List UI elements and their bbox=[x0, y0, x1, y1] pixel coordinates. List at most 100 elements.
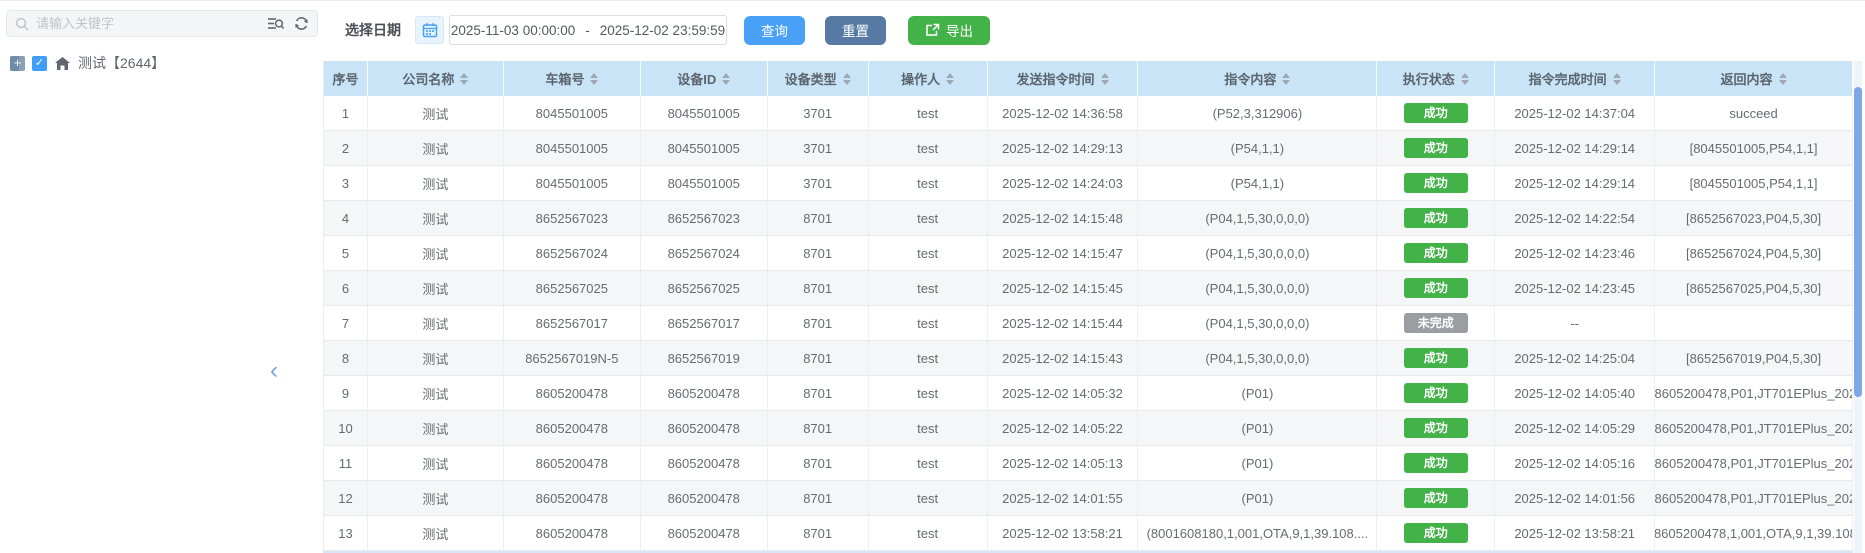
column-header-send_time[interactable]: 发送指令时间 bbox=[988, 61, 1139, 96]
cell-device_type: 8701 bbox=[768, 236, 869, 270]
cell-no: 5 bbox=[324, 236, 368, 270]
cell-finish_time: 2025-12-02 14:23:46 bbox=[1495, 236, 1655, 270]
cell-device_id: 8652567023 bbox=[641, 201, 768, 235]
cell-finish_time: 2025-12-02 14:25:04 bbox=[1495, 341, 1655, 375]
table-row: 9测试860520047886052004788701test2025-12-0… bbox=[324, 376, 1853, 411]
sort-caret-icon[interactable] bbox=[1779, 73, 1787, 85]
export-icon bbox=[925, 23, 940, 37]
column-header-finish_time[interactable]: 指令完成时间 bbox=[1495, 61, 1655, 96]
cell-device_id: 8605200478 bbox=[641, 516, 768, 550]
cell-finish_time: 2025-12-02 14:29:14 bbox=[1495, 131, 1655, 165]
sort-caret-icon[interactable] bbox=[460, 73, 468, 85]
tree-checkbox[interactable]: ✓ bbox=[32, 56, 47, 71]
cell-device_id: 8045501005 bbox=[641, 131, 768, 165]
calendar-button[interactable] bbox=[415, 16, 444, 44]
query-button[interactable]: 查询 bbox=[744, 16, 805, 45]
cell-status: 未完成 bbox=[1377, 306, 1495, 340]
cell-device_type: 8701 bbox=[768, 411, 869, 445]
cell-command: (P01) bbox=[1138, 411, 1377, 445]
table-row: 1测试804550100580455010053701test2025-12-0… bbox=[324, 96, 1853, 131]
cell-device_id: 8652567024 bbox=[641, 236, 768, 270]
column-header-vehicle[interactable]: 车箱号 bbox=[504, 61, 641, 96]
cell-command: (P54,1,1) bbox=[1138, 131, 1377, 165]
cell-device_id: 8045501005 bbox=[641, 166, 768, 200]
status-badge: 成功 bbox=[1404, 453, 1468, 473]
cell-company: 测试 bbox=[368, 516, 504, 550]
cell-operator: test bbox=[869, 236, 988, 270]
column-header-command[interactable]: 指令内容 bbox=[1138, 61, 1377, 96]
tree-node[interactable]: + ✓ 测试【2644】 bbox=[10, 53, 165, 73]
cell-result: [8605200478,P01,JT701EPlus_202 bbox=[1655, 411, 1853, 445]
tree-search-box[interactable] bbox=[6, 10, 318, 37]
cell-finish_time: 2025-12-02 14:05:16 bbox=[1495, 446, 1655, 480]
cell-device_id: 8605200478 bbox=[641, 411, 768, 445]
cell-no: 2 bbox=[324, 131, 368, 165]
table-row: 12测试860520047886052004788701test2025-12-… bbox=[324, 481, 1853, 516]
column-header-label: 返回内容 bbox=[1721, 69, 1773, 88]
cell-device_id: 8045501005 bbox=[641, 96, 768, 130]
cell-company: 测试 bbox=[368, 481, 504, 515]
tree-search-input[interactable] bbox=[36, 16, 267, 31]
tree-node-label[interactable]: 测试【2644】 bbox=[78, 53, 165, 73]
cell-operator: test bbox=[869, 376, 988, 410]
cell-device_type: 8701 bbox=[768, 341, 869, 375]
sort-caret-icon[interactable] bbox=[1461, 73, 1469, 85]
sort-caret-icon[interactable] bbox=[722, 73, 730, 85]
cell-result: [8652567025,P04,5,30] bbox=[1655, 271, 1853, 305]
cell-status: 成功 bbox=[1377, 201, 1495, 235]
cell-no: 11 bbox=[324, 446, 368, 480]
column-header-no: 序号 bbox=[324, 61, 368, 96]
date-range-input[interactable]: 2025-11-03 00:00:00 - 2025-12-02 23:59:5… bbox=[449, 15, 727, 45]
column-header-operator[interactable]: 操作人 bbox=[869, 61, 988, 96]
tree-expand-icon[interactable]: + bbox=[10, 56, 25, 71]
refresh-icon[interactable] bbox=[294, 16, 309, 31]
column-header-label: 执行状态 bbox=[1403, 69, 1455, 88]
cell-device_type: 8701 bbox=[768, 201, 869, 235]
vertical-scrollbar[interactable] bbox=[1854, 61, 1862, 553]
cell-operator: test bbox=[869, 166, 988, 200]
sort-caret-icon[interactable] bbox=[1101, 73, 1109, 85]
date-end-value: 2025-12-02 23:59:59 bbox=[600, 23, 725, 38]
date-start-value: 2025-11-03 00:00:00 bbox=[451, 23, 575, 38]
sort-caret-icon[interactable] bbox=[1613, 73, 1621, 85]
reset-button[interactable]: 重置 bbox=[825, 16, 886, 45]
column-header-device_id[interactable]: 设备ID bbox=[641, 61, 768, 96]
cell-company: 测试 bbox=[368, 236, 504, 270]
sidebar-collapse-chevron-icon[interactable]: ‹ bbox=[270, 356, 286, 388]
table-row: 2测试804550100580455010053701test2025-12-0… bbox=[324, 131, 1853, 166]
cell-vehicle: 8045501005 bbox=[504, 131, 641, 165]
sort-caret-icon[interactable] bbox=[946, 73, 954, 85]
cell-command: (P04,1,5,30,0,0,0) bbox=[1138, 271, 1377, 305]
cell-operator: test bbox=[869, 271, 988, 305]
cell-company: 测试 bbox=[368, 341, 504, 375]
column-header-result[interactable]: 返回内容 bbox=[1655, 61, 1853, 96]
sort-caret-icon[interactable] bbox=[843, 73, 851, 85]
cell-vehicle: 8652567025 bbox=[504, 271, 641, 305]
table-row: 10测试860520047886052004788701test2025-12-… bbox=[324, 411, 1853, 446]
cell-command: (P04,1,5,30,0,0,0) bbox=[1138, 306, 1377, 340]
status-badge: 成功 bbox=[1404, 278, 1468, 298]
cell-send_time: 2025-12-02 14:15:48 bbox=[988, 201, 1139, 235]
cell-send_time: 2025-12-02 14:15:45 bbox=[988, 271, 1139, 305]
filter-search-icon[interactable] bbox=[267, 16, 284, 31]
column-header-label: 指令完成时间 bbox=[1529, 69, 1607, 88]
sort-caret-icon[interactable] bbox=[1282, 73, 1290, 85]
cell-no: 6 bbox=[324, 271, 368, 305]
column-header-device_type[interactable]: 设备类型 bbox=[768, 61, 869, 96]
cell-status: 成功 bbox=[1377, 446, 1495, 480]
table-header-row: 序号公司名称车箱号设备ID设备类型操作人发送指令时间指令内容 执行状态 指令完成时间… bbox=[324, 61, 1853, 96]
cell-finish_time: 2025-12-02 14:05:40 bbox=[1495, 376, 1655, 410]
column-header-company[interactable]: 公司名称 bbox=[368, 61, 504, 96]
command-log-table: 序号公司名称车箱号设备ID设备类型操作人发送指令时间指令内容 执行状态 指令完成时间… bbox=[323, 61, 1853, 553]
table-row: 5测试865256702486525670248701test2025-12-0… bbox=[324, 236, 1853, 271]
cell-no: 7 bbox=[324, 306, 368, 340]
sort-caret-icon[interactable] bbox=[590, 73, 598, 85]
status-badge: 成功 bbox=[1404, 523, 1468, 543]
vertical-scrollbar-thumb[interactable] bbox=[1854, 87, 1862, 397]
export-button[interactable]: 导出 bbox=[908, 16, 990, 45]
cell-vehicle: 8652567023 bbox=[504, 201, 641, 235]
table-row: 6测试865256702586525670258701test2025-12-0… bbox=[324, 271, 1853, 306]
column-header-status[interactable]: 执行状态 bbox=[1377, 61, 1495, 96]
cell-device_id: 8605200478 bbox=[641, 376, 768, 410]
cell-device_type: 8701 bbox=[768, 306, 869, 340]
